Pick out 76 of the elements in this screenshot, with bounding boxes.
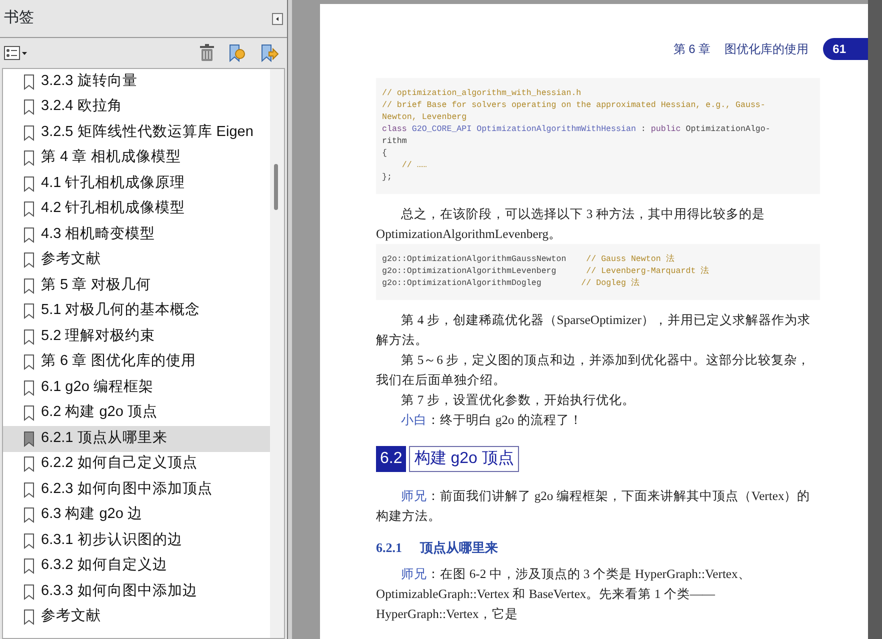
code-line: g2o::OptimizationAlgorithmDogleg // Dogleg 法 — [382, 278, 640, 290]
bookmark-arrow-icon[interactable] — [259, 43, 279, 63]
bookmark-icon — [23, 176, 35, 192]
bookmark-item[interactable]: 参考文献 — [3, 604, 270, 630]
bookmark-icon — [23, 278, 35, 294]
subsection-number: 6.2.1 — [376, 539, 402, 557]
bookmark-icon — [23, 150, 35, 166]
new-bookmark-icon[interactable] — [227, 43, 247, 63]
code-line: class G2O_CORE_API OptimizationAlgorithmWithHessian : public OptimizationAlgo- — [382, 124, 772, 136]
paragraph: 总之，在该阶段，可以选择以下 3 种方法，其中用得比较多的是 OptimizationAlgorithmLevenberg。 — [376, 206, 766, 243]
paragraph: 小白：终于明白 g2o 的流程了！ — [400, 412, 584, 429]
bookmark-item[interactable]: 4.3 相机畸变模型 — [3, 222, 270, 248]
bookmark-icon — [23, 252, 35, 268]
bookmark-icon — [23, 532, 35, 549]
code-line: Newton, Levenberg — [382, 112, 468, 124]
bookmark-icon — [23, 405, 35, 422]
bookmark-item[interactable]: 参考文献 — [3, 248, 270, 273]
bookmark-item[interactable]: 3.2.4 欧拉角 — [3, 94, 270, 120]
options-menu-icon[interactable] — [4, 46, 28, 60]
code-line: }; — [382, 172, 393, 184]
bookmark-item[interactable]: 4.2 针孔相机成像模型 — [3, 196, 270, 222]
bookmark-item[interactable]: 6.2.3 如何向图中添加顶点 — [3, 477, 270, 502]
bookmark-icon — [23, 124, 35, 141]
panel-title: 书签 — [4, 8, 34, 28]
bookmark-icon — [23, 482, 35, 498]
paragraph: 师兄：前面我们讲解了 g2o 编程框架，下面来讲解其中顶点（Vertex）的构建方法。 — [376, 488, 812, 525]
bookmark-item[interactable]: 第 4 章 相机成像模型 — [3, 146, 270, 171]
code-line: // optimization_algorithm_with_hessian.h — [382, 88, 582, 100]
bookmark-icon — [23, 380, 35, 396]
bookmark-icon — [23, 507, 35, 524]
bookmark-icon — [23, 456, 35, 472]
bookmark-item[interactable]: 6.1 g2o 编程框架 — [3, 375, 270, 400]
code-line: rithm — [382, 136, 408, 148]
bookmark-item[interactable]: 6.2 构建 g2o 顶点 — [3, 400, 270, 426]
subsection-title: 顶点从哪里来 — [420, 539, 498, 557]
chapter-label: 第 6 章 — [673, 41, 711, 58]
bookmark-icon — [23, 354, 35, 370]
bookmark-item[interactable]: 6.3.3 如何向图中添加边 — [3, 579, 270, 604]
bookmark-icon — [23, 430, 35, 447]
bookmark-icon — [23, 201, 35, 218]
bookmark-item[interactable]: 4.1 针孔相机成像原理 — [3, 171, 270, 196]
section-number: 6.2 — [376, 446, 406, 472]
chapter-title: 图优化库的使用 — [724, 41, 809, 58]
bookmark-item[interactable]: 第 6 章 图优化库的使用 — [3, 350, 270, 375]
bookmark-item[interactable]: 6.2.2 如何自己定义顶点 — [3, 452, 270, 477]
bookmark-icon — [23, 226, 35, 243]
bookmark-item[interactable]: 6.2.1 顶点从哪里来 — [3, 426, 270, 452]
page-number: 61 — [822, 38, 868, 60]
code-line: g2o::OptimizationAlgorithmGaussNewton // Gauss Newton 法 — [382, 254, 676, 266]
section-title: 构建 g2o 顶点 — [409, 446, 519, 472]
paragraph: 第 7 步，设置优化参数，开始执行优化。 — [400, 392, 636, 409]
bookmark-item[interactable]: 6.3.2 如何自定义边 — [3, 554, 270, 579]
bookmark-item[interactable]: 3.2.3 旋转向量 — [3, 69, 270, 94]
code-line: { — [382, 148, 388, 160]
bookmark-icon — [23, 558, 35, 574]
bookmark-item[interactable]: 6.3 构建 g2o 边 — [3, 502, 270, 528]
collapse-icon[interactable] — [272, 12, 283, 24]
bookmark-item[interactable]: 3.2.5 矩阵线性代数运算库 Eigen — [3, 120, 270, 146]
bookmark-item[interactable]: 5.1 对极几何的基本概念 — [3, 298, 270, 324]
code-line: // …… — [400, 160, 428, 172]
bookmark-icon — [23, 74, 35, 90]
bookmark-item[interactable]: 第 5 章 对极几何 — [3, 273, 270, 298]
bookmark-item[interactable]: 6.3.1 初步认识图的边 — [3, 528, 270, 554]
bookmark-icon — [23, 99, 35, 116]
bookmark-icon — [23, 609, 35, 626]
paragraph: 第 5～6 步，定义图的顶点和边，并添加到优化器中。这部分比较复杂，我们在后面单独介绍。 — [376, 352, 812, 389]
paragraph: 第 4 步，创建稀疏优化器（SparseOptimizer），并用已定义求解器作为求解方法。 — [376, 312, 812, 349]
scrollbar[interactable] — [270, 69, 284, 638]
paragraph: 师兄：在图 6-2 中，涉及顶点的 3 个类是 HyperGraph::Vertex、OptimizableGraph::Vertex 和 BaseVertex。先来看第 1 个类——HyperGraph::Vertex，它是 — [376, 566, 752, 623]
code-line: g2o::OptimizationAlgorithmLevenberg // Levenberg-Marquardt 法 — [382, 266, 710, 278]
bookmark-icon — [23, 584, 35, 600]
bookmark-icon — [23, 328, 35, 345]
bookmark-item[interactable]: 5.2 理解对极约束 — [3, 324, 270, 350]
bookmark-icon — [23, 303, 35, 320]
trash-icon[interactable] — [199, 44, 215, 62]
code-line: // brief Base for solvers operating on the approximated Hessian, e.g., Gauss- — [382, 100, 766, 112]
